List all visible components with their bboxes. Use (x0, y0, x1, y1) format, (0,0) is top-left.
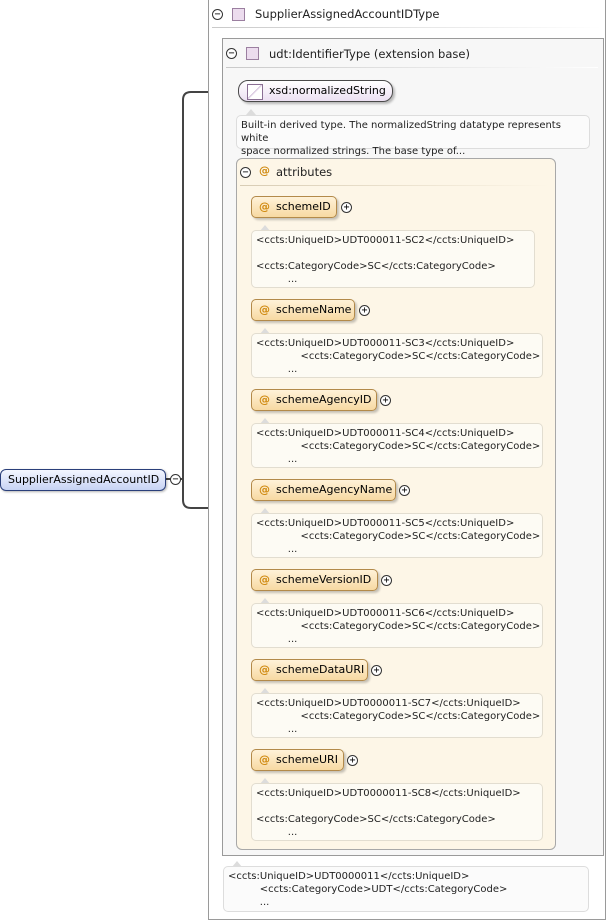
attribute-doc: <ccts:UniqueID>UDT0000011-SC7</ccts:Uniq… (251, 693, 543, 738)
collapse-icon[interactable]: − (170, 474, 181, 485)
divider (212, 27, 602, 28)
complex-type-title: SupplierAssignedAccountIDType (255, 7, 440, 21)
expand-icon[interactable]: + (359, 305, 370, 316)
attribute-icon: @ (259, 483, 270, 496)
simple-type-label: xsd:normalizedString (269, 84, 386, 97)
attribute-doc: <ccts:UniqueID>UDT000011-SC4</ccts:Uniqu… (251, 423, 543, 468)
attribute-doc: <ccts:UniqueID>UDT000011-SC2</ccts:Uniqu… (251, 230, 535, 288)
attribute-node-schemeversionid[interactable]: @ schemeVersionID (251, 569, 378, 591)
expand-icon[interactable]: + (380, 395, 391, 406)
expand-icon[interactable]: + (347, 755, 358, 766)
attribute-label: schemeDataURI (276, 663, 365, 676)
attribute-node-schemename[interactable]: @ schemeName (251, 299, 355, 321)
attribute-doc: <ccts:UniqueID>UDT000011-SC5</ccts:Uniqu… (251, 513, 543, 558)
attributes-group-title: attributes (276, 165, 333, 179)
divider (226, 67, 598, 68)
base-type-icon (246, 47, 259, 60)
expand-icon[interactable]: + (341, 202, 352, 213)
attribute-node-schemedatauri[interactable]: @ schemeDataURI (251, 659, 368, 681)
attribute-node-schemeagencyname[interactable]: @ schemeAgencyName (251, 479, 396, 501)
attribute-label: schemeID (276, 200, 331, 213)
attribute-icon: @ (259, 303, 270, 316)
attribute-doc: <ccts:UniqueID>UDT000011-SC3</ccts:Uniqu… (251, 333, 543, 378)
root-element-node[interactable]: SupplierAssignedAccountID (0, 469, 166, 491)
collapse-icon[interactable]: − (226, 48, 237, 59)
complex-type-icon (232, 8, 245, 21)
expand-icon[interactable]: + (399, 485, 410, 496)
collapse-icon[interactable]: − (212, 9, 223, 20)
attribute-icon: @ (259, 200, 270, 213)
attribute-icon: @ (259, 663, 270, 676)
attribute-doc: <ccts:UniqueID>UDT0000011-SC8</ccts:Uniq… (251, 783, 543, 841)
attribute-icon: @ (259, 753, 270, 766)
attribute-doc: <ccts:UniqueID>UDT000011-SC6</ccts:Uniqu… (251, 603, 543, 648)
attribute-label: schemeAgencyName (276, 483, 393, 496)
collapse-icon[interactable]: − (240, 167, 251, 178)
attribute-node-schemeuri[interactable]: @ schemeURI (251, 749, 344, 771)
attribute-node-schemeid[interactable]: @ schemeID (251, 196, 337, 218)
simple-type-doc: Built-in derived type. The normalizedStr… (236, 115, 590, 157)
attribute-label: schemeName (276, 303, 352, 316)
base-type-title: udt:IdentifierType (extension base) (269, 47, 470, 61)
attribute-node-schemeagencyid[interactable]: @ schemeAgencyID (251, 389, 377, 411)
expand-icon[interactable]: + (381, 575, 392, 586)
attribute-label: schemeVersionID (276, 573, 372, 586)
type-doc: <ccts:UniqueID>UDT0000011</ccts:UniqueID… (223, 866, 589, 912)
attribute-icon: @ (259, 573, 270, 586)
attribute-label: schemeAgencyID (276, 393, 372, 406)
attribute-label: schemeURI (276, 753, 338, 766)
expand-icon[interactable]: + (371, 665, 382, 676)
divider (240, 185, 550, 186)
attribute-icon: @ (259, 164, 270, 177)
attribute-icon: @ (259, 393, 270, 406)
simple-type-node[interactable]: xsd:normalizedString (238, 80, 393, 102)
simple-type-icon (247, 84, 263, 100)
